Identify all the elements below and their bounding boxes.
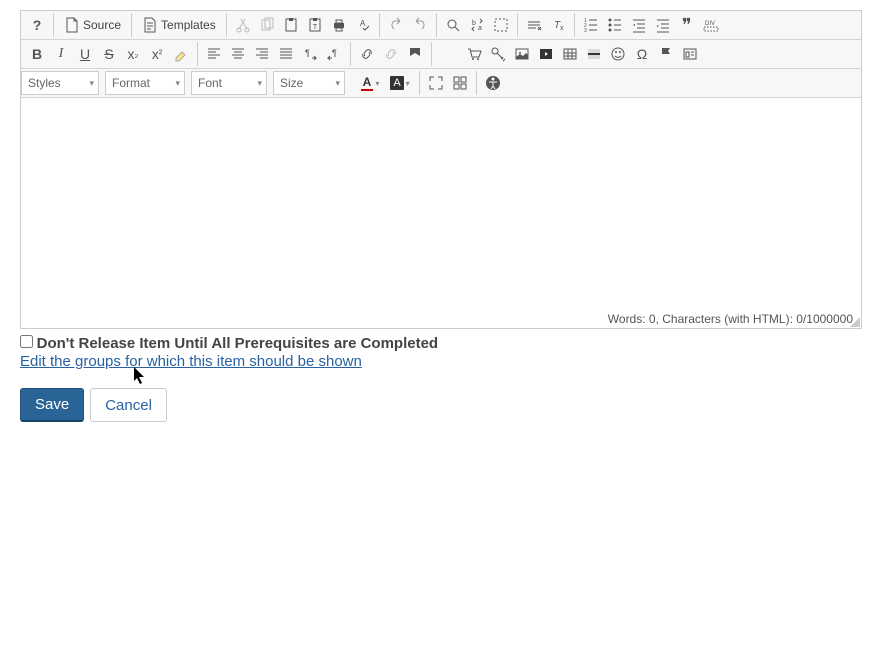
spellcheck-icon[interactable]: A — [351, 13, 375, 37]
selectall-icon[interactable] — [489, 13, 513, 37]
help-icon[interactable]: ? — [25, 13, 49, 37]
word-count-status: Words: 0, Characters (with HTML): 0/1000… — [608, 312, 853, 326]
key-icon[interactable] — [486, 42, 510, 66]
replace-icon[interactable]: ba — [465, 13, 489, 37]
toolbar-row-2: B I U S x₂ x² ¶ ¶ — [21, 40, 861, 69]
subscript-icon[interactable]: x₂ — [121, 42, 145, 66]
templates-label: Templates — [161, 18, 216, 32]
svg-text:3: 3 — [584, 28, 587, 33]
find-icon[interactable] — [441, 13, 465, 37]
font-dropdown[interactable]: Font — [191, 71, 267, 95]
template-icon — [142, 17, 158, 33]
format-dropdown[interactable]: Format — [105, 71, 185, 95]
bg-color-button[interactable]: A▾ — [385, 71, 415, 95]
smiley-icon[interactable] — [606, 42, 630, 66]
svg-text:T: T — [313, 24, 318, 31]
outdent-icon[interactable] — [627, 13, 651, 37]
paste-text-icon[interactable]: T — [303, 13, 327, 37]
align-center-icon[interactable] — [226, 42, 250, 66]
align-left-icon[interactable] — [202, 42, 226, 66]
remove-format-icon[interactable] — [522, 13, 546, 37]
cart-icon[interactable] — [462, 42, 486, 66]
table-icon[interactable] — [558, 42, 582, 66]
button-row: Save Cancel — [20, 388, 862, 422]
clear-format-icon[interactable]: Tx — [546, 13, 570, 37]
svg-text:DIV: DIV — [705, 21, 715, 27]
video-icon[interactable] — [534, 42, 558, 66]
templates-button[interactable]: Templates — [136, 13, 222, 37]
bold-icon[interactable]: B — [25, 42, 49, 66]
svg-text:x: x — [560, 25, 564, 32]
styles-dropdown[interactable]: Styles — [21, 71, 99, 95]
indent-icon[interactable] — [651, 13, 675, 37]
superscript-icon[interactable]: x² — [145, 42, 169, 66]
unlink-icon[interactable] — [379, 42, 403, 66]
paste-icon[interactable] — [279, 13, 303, 37]
editor-footer: Words: 0, Characters (with HTML): 0/1000… — [21, 308, 861, 328]
highlight-icon[interactable] — [169, 42, 193, 66]
source-button[interactable]: Source — [58, 13, 127, 37]
anchor-icon[interactable] — [403, 42, 427, 66]
bullet-list-icon[interactable] — [603, 13, 627, 37]
editor-wrapper: ? Source Templates T A — [20, 10, 862, 329]
resize-handle[interactable] — [850, 317, 860, 327]
redo-icon[interactable] — [408, 13, 432, 37]
align-justify-icon[interactable] — [274, 42, 298, 66]
toolbar-row-1: ? Source Templates T A — [21, 11, 861, 40]
flag-icon[interactable] — [654, 42, 678, 66]
hr-icon[interactable] — [582, 42, 606, 66]
div-container-icon[interactable]: DIV — [699, 13, 723, 37]
image-icon[interactable] — [510, 42, 534, 66]
specialchar-icon[interactable]: Ω — [630, 42, 654, 66]
editor-content-area[interactable] — [21, 98, 861, 308]
cancel-button[interactable]: Cancel — [90, 388, 167, 422]
svg-text:¶: ¶ — [305, 48, 310, 58]
iframe-icon[interactable] — [678, 42, 702, 66]
size-dropdown[interactable]: Size — [273, 71, 345, 95]
strike-icon[interactable]: S — [97, 42, 121, 66]
print-icon[interactable] — [327, 13, 351, 37]
blockquote-icon[interactable]: ❞ — [675, 13, 699, 37]
svg-text:a: a — [478, 25, 482, 32]
rtl-icon[interactable]: ¶ — [322, 42, 346, 66]
save-button[interactable]: Save — [20, 388, 84, 422]
edit-groups-link[interactable]: Edit the groups for which this item shou… — [20, 353, 362, 370]
maximize-icon[interactable] — [424, 71, 448, 95]
align-right-icon[interactable] — [250, 42, 274, 66]
copy-icon[interactable] — [255, 13, 279, 37]
italic-icon[interactable]: I — [49, 42, 73, 66]
source-label: Source — [83, 18, 121, 32]
accessibility-icon[interactable] — [481, 71, 505, 95]
cut-icon[interactable] — [231, 13, 255, 37]
show-blocks-icon[interactable] — [448, 71, 472, 95]
prerequisite-checkbox[interactable] — [20, 335, 33, 348]
svg-text:b: b — [472, 20, 476, 27]
toolbar-row-3: Styles Format Font Size A▾ A▾ — [21, 69, 861, 98]
underline-icon[interactable]: U — [73, 42, 97, 66]
link-icon[interactable] — [355, 42, 379, 66]
svg-text:¶: ¶ — [332, 48, 337, 58]
ltr-icon[interactable]: ¶ — [298, 42, 322, 66]
text-color-button[interactable]: A▾ — [355, 71, 385, 95]
document-icon — [64, 17, 80, 33]
prerequisite-label[interactable]: Don't Release Item Until All Prerequisit… — [37, 335, 438, 352]
numbered-list-icon[interactable]: 123 — [579, 13, 603, 37]
svg-text:A: A — [360, 19, 366, 28]
prerequisite-row: Don't Release Item Until All Prerequisit… — [20, 335, 862, 352]
undo-icon[interactable] — [384, 13, 408, 37]
